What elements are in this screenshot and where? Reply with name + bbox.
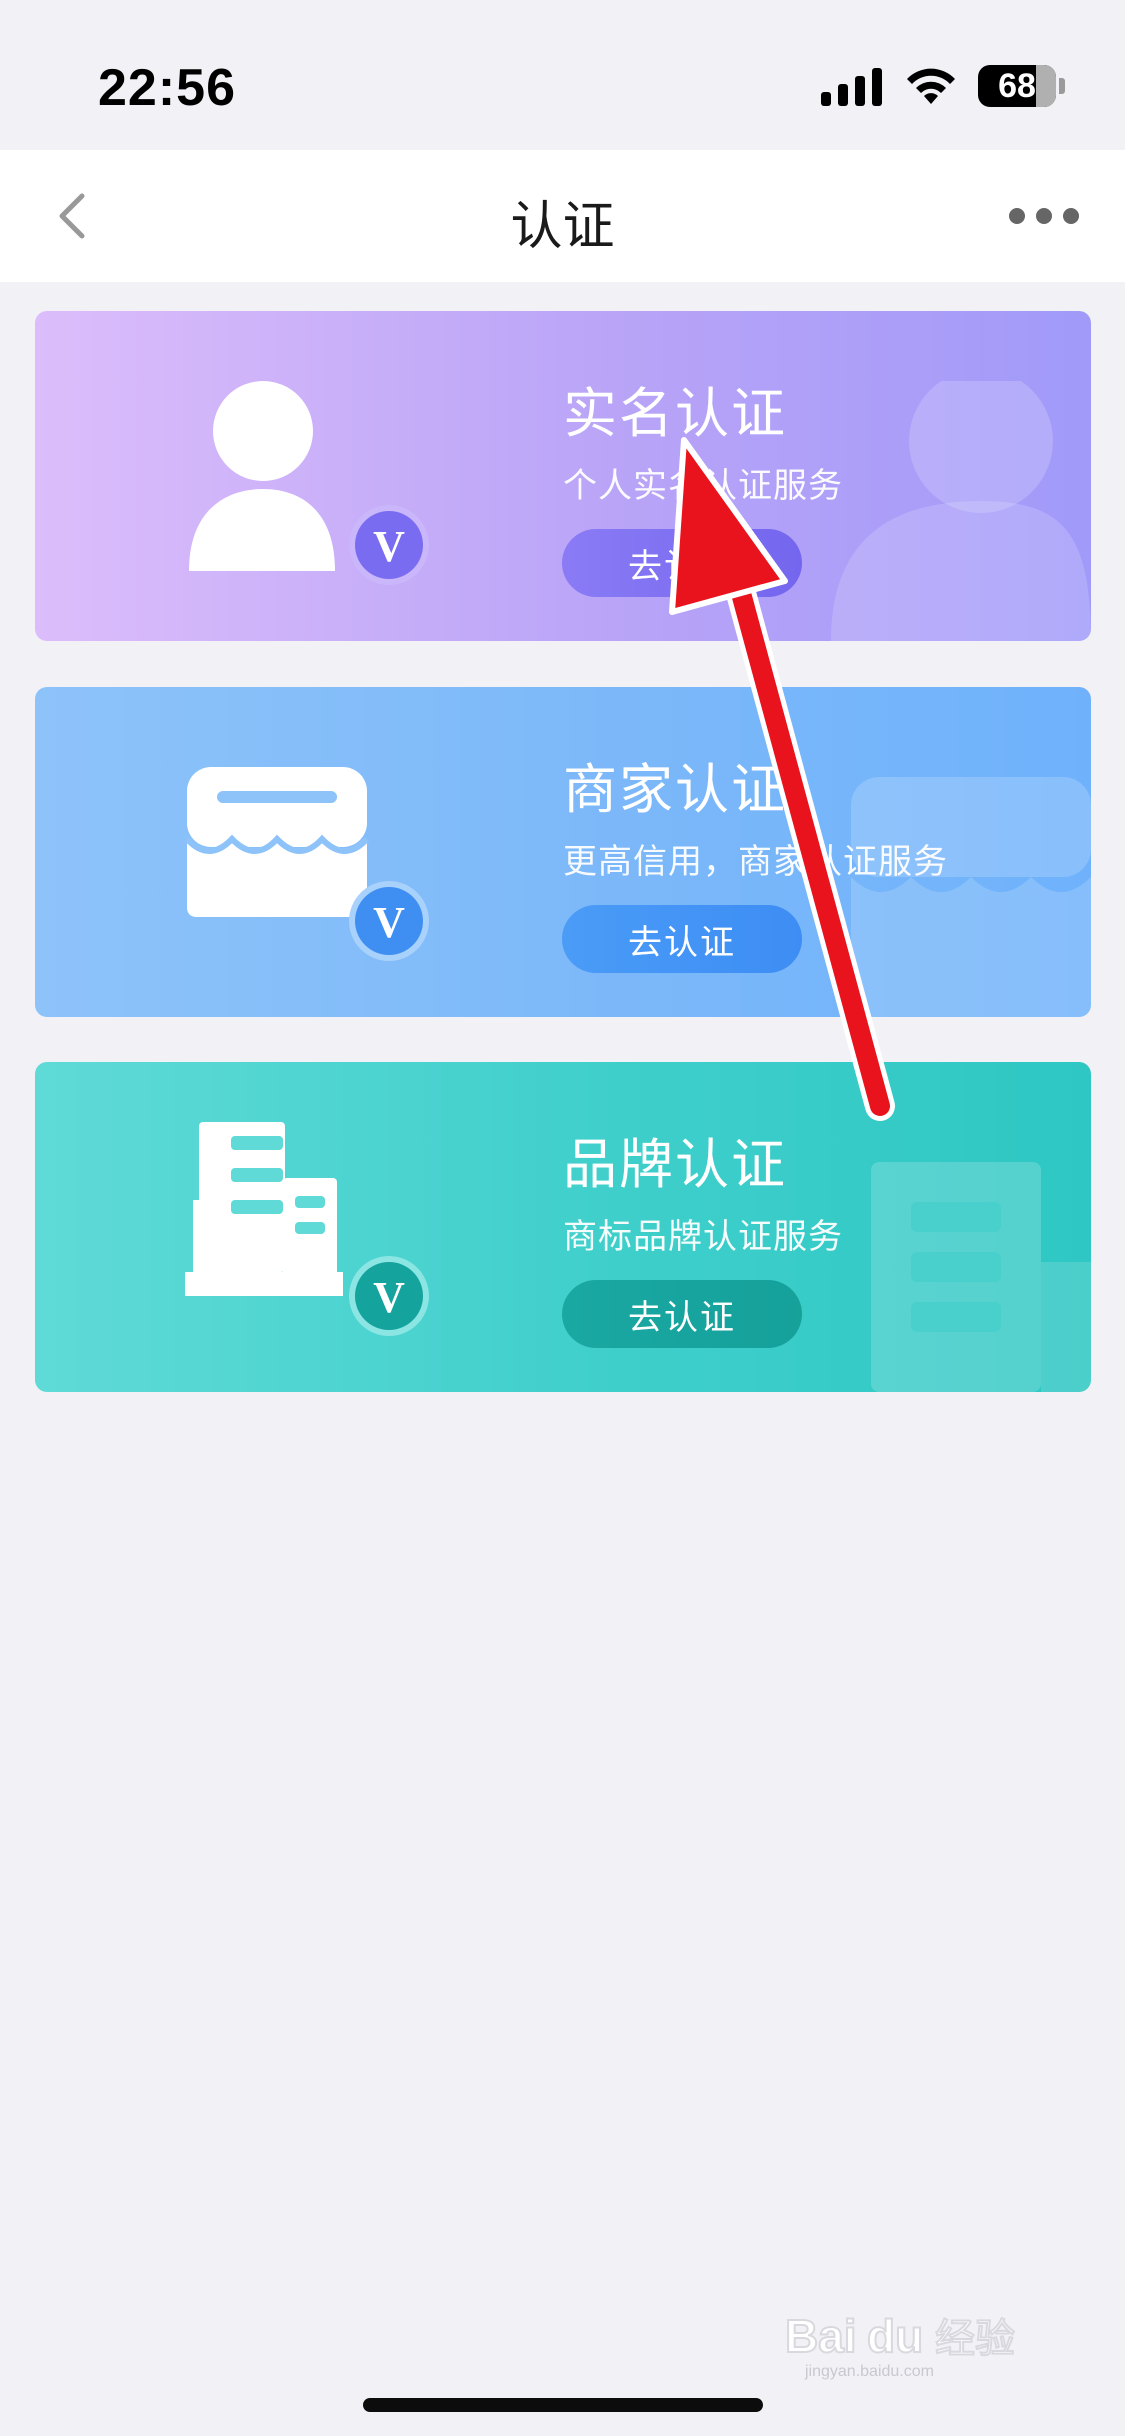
person-verified-icon: V	[189, 381, 429, 585]
card-title: 品牌认证	[563, 1133, 787, 1196]
more-horizontal-icon[interactable]	[1009, 208, 1079, 224]
card-subtitle: 商标品牌认证服务	[563, 1217, 843, 1257]
building-verified-icon: V	[185, 1122, 429, 1336]
card-subtitle: 个人实名认证服务	[563, 466, 843, 506]
svg-text:du: du	[867, 2310, 923, 2362]
svg-text:V: V	[373, 898, 405, 947]
card-title: 商家认证	[563, 758, 787, 821]
store-verified-icon: V	[185, 767, 429, 961]
svg-text:Bai: Bai	[785, 2310, 857, 2362]
svg-text:jingyan.baidu.com: jingyan.baidu.com	[804, 2363, 934, 2380]
card-title: 实名认证	[563, 382, 787, 445]
page-title: 认证	[510, 197, 615, 257]
card-merchant-verification[interactable]: V 商家认证 更高信用，商家认证服务 去认证	[35, 687, 1091, 1017]
nav-bar: 认证	[0, 150, 1125, 282]
status-time: 22:56	[98, 59, 236, 117]
go-verify-button[interactable]: 去认证	[562, 905, 802, 973]
battery-level: 68	[998, 67, 1036, 105]
cellular-signal-icon	[821, 66, 882, 106]
status-bar: 22:56 68	[0, 0, 1125, 150]
card-brand-verification[interactable]: V 品牌认证 商标品牌认证服务 去认证	[35, 1062, 1091, 1392]
person-background-icon	[831, 381, 1091, 641]
go-verify-button[interactable]: 去认证	[562, 529, 802, 597]
svg-text:V: V	[373, 522, 405, 571]
go-verify-button[interactable]: 去认证	[562, 1280, 802, 1348]
card-subtitle: 更高信用，商家认证服务	[563, 842, 948, 882]
battery-tip	[1059, 78, 1065, 94]
battery-icon: 68	[978, 65, 1056, 107]
home-indicator	[363, 2398, 763, 2412]
card-real-name-verification[interactable]: V 实名认证 个人实名认证服务 去认证	[35, 311, 1091, 641]
svg-text:V: V	[373, 1273, 405, 1322]
wifi-icon	[907, 68, 955, 104]
building-background-icon	[871, 1162, 1091, 1392]
store-background-icon	[851, 777, 1091, 1017]
status-icons: 68	[821, 64, 1065, 108]
svg-text:经验: 经验	[935, 2316, 1015, 2362]
baidu-jingyan-watermark: Bai du 经验 jingyan.baidu.com	[785, 2309, 1016, 2380]
